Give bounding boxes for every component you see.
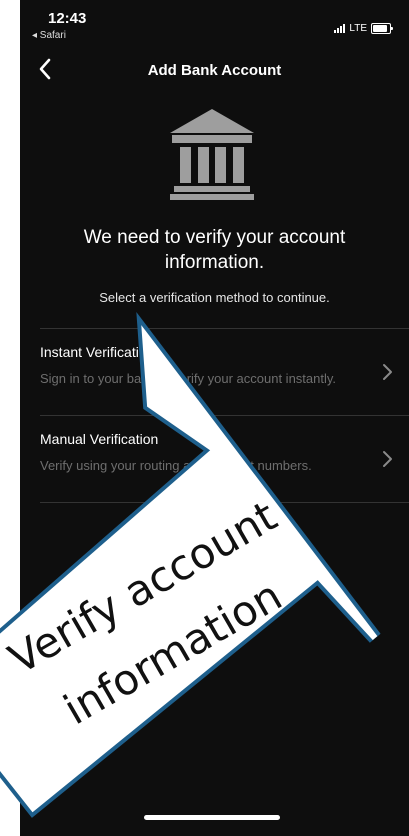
network-label: LTE <box>349 23 367 34</box>
navigation-bar: Add Bank Account <box>20 50 409 92</box>
bank-icon <box>170 109 254 200</box>
status-time: 12:43 <box>48 10 87 27</box>
verification-headline: We need to verify your account informati… <box>83 227 346 273</box>
chevron-right-icon <box>383 364 392 380</box>
home-indicator[interactable] <box>144 815 280 820</box>
signal-icon <box>334 24 346 33</box>
instant-verification-option[interactable]: Instant Verification Sign in to your ban… <box>40 328 409 415</box>
phone-screen: 12:43 ◂ Safari LTE Add Bank Account We n… <box>20 0 409 836</box>
battery-icon <box>371 23 393 34</box>
status-indicators: LTE <box>334 23 393 34</box>
option-description: Verify using your routing and account nu… <box>40 458 312 473</box>
page-title: Add Bank Account <box>147 62 282 79</box>
manual-verification-option[interactable]: Manual Verification Verify using your ro… <box>40 415 409 503</box>
verification-subtitle: Select a verification method to continue… <box>99 290 330 305</box>
status-bar: 12:43 ◂ Safari LTE <box>20 0 409 50</box>
option-description: Sign in to your bank to verify your acco… <box>40 371 337 386</box>
option-title: Instant Verification <box>40 344 155 360</box>
chevron-right-icon <box>383 451 392 467</box>
back-to-app-link[interactable]: ◂ Safari <box>32 30 66 41</box>
verification-options: Instant Verification Sign in to your ban… <box>40 328 409 503</box>
option-title: Manual Verification <box>40 431 159 447</box>
